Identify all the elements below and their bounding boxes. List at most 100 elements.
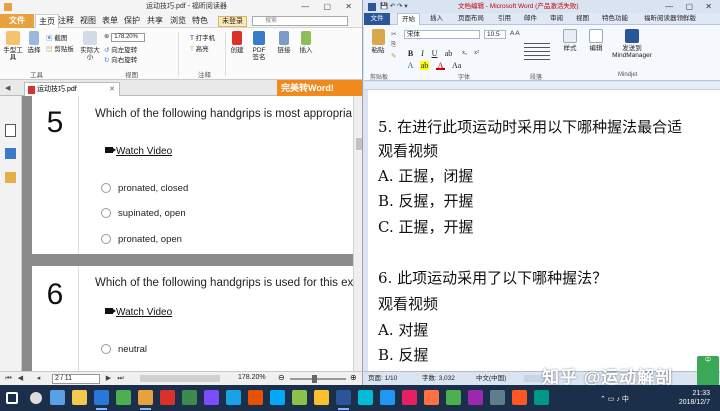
- convert-to-word-banner[interactable]: 完美转Word!: [277, 80, 362, 96]
- window-controls[interactable]: — ▢ ✕: [665, 0, 717, 13]
- app-icon[interactable]: [160, 390, 175, 405]
- option-radio[interactable]: supinated, open: [101, 208, 186, 219]
- app-icon[interactable]: [314, 390, 329, 405]
- foxit-taskbar-icon[interactable]: [138, 390, 153, 410]
- superscript-icon[interactable]: x²: [472, 49, 481, 58]
- menu-feature[interactable]: 特色: [192, 14, 208, 28]
- app-icon[interactable]: [358, 390, 373, 405]
- zoom-slider[interactable]: [290, 375, 346, 383]
- bookmark-icon[interactable]: [5, 124, 16, 137]
- grow-font-icon[interactable]: A A: [510, 30, 520, 37]
- tab-features[interactable]: 特色功能: [602, 13, 628, 25]
- login-button[interactable]: 未登录: [218, 16, 247, 27]
- app-icon[interactable]: [116, 390, 131, 405]
- language[interactable]: 中文(中国): [476, 372, 506, 385]
- subscript-icon[interactable]: x₂: [460, 49, 469, 58]
- clipboard-button[interactable]: ▤ 剪贴板: [46, 43, 74, 53]
- window-controls[interactable]: — ▢ ✕: [301, 0, 358, 14]
- app-icon[interactable]: [204, 390, 219, 405]
- word-count[interactable]: 字数: 3,032: [422, 372, 455, 385]
- attachments-icon[interactable]: [5, 172, 16, 183]
- tab-review[interactable]: 审阅: [550, 13, 563, 25]
- bold-icon[interactable]: B: [406, 49, 415, 58]
- app-icon[interactable]: [226, 390, 241, 405]
- paste-button[interactable]: 粘贴: [368, 29, 388, 54]
- tab-page-layout[interactable]: 页面布局: [458, 13, 484, 25]
- tab-file[interactable]: 文件: [364, 13, 390, 25]
- menu-share[interactable]: 共享: [147, 14, 163, 28]
- tab-scroll-left-icon[interactable]: ◀: [5, 84, 10, 92]
- menu-browse[interactable]: 浏览: [170, 14, 186, 28]
- option-radio[interactable]: pronated, closed: [101, 183, 188, 194]
- app-icon[interactable]: [270, 390, 285, 405]
- format-painter-icon[interactable]: ✎: [391, 52, 396, 60]
- tab-mailings[interactable]: 邮件: [524, 13, 537, 25]
- search-input[interactable]: 搜索: [252, 16, 348, 26]
- create-button[interactable]: 创建: [229, 31, 245, 54]
- file-explorer-icon[interactable]: [72, 390, 87, 405]
- font-color-icon[interactable]: A: [436, 61, 445, 70]
- last-page-icon[interactable]: ⏭: [116, 374, 125, 383]
- highlight-button[interactable]: T 高亮: [190, 43, 209, 53]
- menu-form[interactable]: 表单: [102, 14, 118, 28]
- cut-icon[interactable]: ✂: [391, 30, 396, 38]
- highlight-icon[interactable]: ab: [420, 61, 429, 70]
- app-icon[interactable]: [534, 390, 549, 405]
- select-button[interactable]: 选择: [26, 31, 42, 54]
- typewriter-button[interactable]: T 打字机: [190, 32, 215, 42]
- search-icon[interactable]: [30, 392, 42, 404]
- text-effects-icon[interactable]: A: [406, 61, 415, 70]
- edit-button[interactable]: 编辑: [586, 29, 606, 52]
- link-button[interactable]: 链接: [276, 31, 292, 54]
- file-menu[interactable]: 文件: [0, 14, 34, 28]
- menu-comment[interactable]: 注释: [58, 14, 74, 28]
- prev-icon[interactable]: ◂: [34, 374, 43, 383]
- pages-icon[interactable]: [5, 148, 16, 159]
- strikethrough-icon[interactable]: ab: [444, 49, 453, 58]
- underline-icon[interactable]: U: [430, 49, 439, 58]
- app-icon[interactable]: [380, 390, 395, 405]
- word-taskbar-icon[interactable]: [336, 390, 351, 410]
- system-clock[interactable]: 21:33 2018/12/7: [679, 389, 710, 407]
- zoom-field[interactable]: 178.20%: [111, 33, 146, 42]
- prev-page-icon[interactable]: ◀: [16, 374, 25, 383]
- rotate-left-button[interactable]: ↺ 向左旋转: [104, 44, 137, 54]
- app-icon[interactable]: [468, 390, 483, 405]
- zoom-in-icon[interactable]: ⊕: [350, 373, 357, 382]
- paragraph-align-icon[interactable]: [524, 43, 550, 63]
- edge-icon[interactable]: [94, 390, 109, 410]
- option-radio[interactable]: neutral: [101, 344, 147, 355]
- ime-badge[interactable]: 中: [697, 356, 719, 386]
- page-number-field[interactable]: 2 / 11: [52, 374, 100, 384]
- tab-references[interactable]: 引用: [498, 13, 511, 25]
- option-radio[interactable]: pronated, open: [101, 234, 182, 245]
- hand-tool-button[interactable]: 手型工具: [3, 31, 23, 61]
- word-document[interactable]: 5. 在进行此项运动时采用以下哪种握法最合适 观看视频 A. 正握，闭握 B. …: [368, 90, 720, 371]
- page-count[interactable]: 页面: 1/10: [368, 372, 397, 385]
- snapshot-button[interactable]: ▣ 截图: [46, 32, 67, 42]
- close-tab-icon[interactable]: ✕: [109, 83, 115, 96]
- quick-access-toolbar[interactable]: 💾 ↶ ↷ ▾: [380, 0, 408, 13]
- insert-button[interactable]: 插入: [298, 31, 314, 54]
- rotate-right-button[interactable]: ↻ 向右旋转: [104, 54, 137, 64]
- app-icon[interactable]: [512, 390, 527, 405]
- next-page-icon[interactable]: ▶: [104, 374, 113, 383]
- tab-insert[interactable]: 插入: [430, 13, 443, 25]
- pdf-vertical-scrollbar[interactable]: [353, 96, 362, 371]
- app-icon[interactable]: [424, 390, 439, 405]
- styles-button[interactable]: 样式: [560, 29, 580, 52]
- tray-icons[interactable]: ⌃ ▭ ♪ 中: [600, 394, 629, 404]
- menu-view[interactable]: 视图: [80, 14, 96, 28]
- font-name-select[interactable]: 宋体: [404, 30, 480, 39]
- task-view-icon[interactable]: [50, 390, 65, 405]
- app-icon[interactable]: [446, 390, 461, 405]
- watch-video-link[interactable]: Watch Video: [105, 307, 172, 318]
- pdf-sign-button[interactable]: PDF签名: [250, 31, 268, 61]
- tab-foxit[interactable]: 福昕阅读器领鲜版: [644, 13, 696, 25]
- clear-format-icon[interactable]: Aa: [452, 61, 461, 70]
- app-icon[interactable]: [248, 390, 263, 405]
- first-page-icon[interactable]: ⏮: [4, 374, 13, 383]
- send-to-mindmanager-button[interactable]: 发送到MindManager: [610, 29, 654, 59]
- document-tab[interactable]: 运动技巧.pdf ✕: [24, 82, 120, 96]
- watch-video-link[interactable]: Watch Video: [105, 146, 172, 157]
